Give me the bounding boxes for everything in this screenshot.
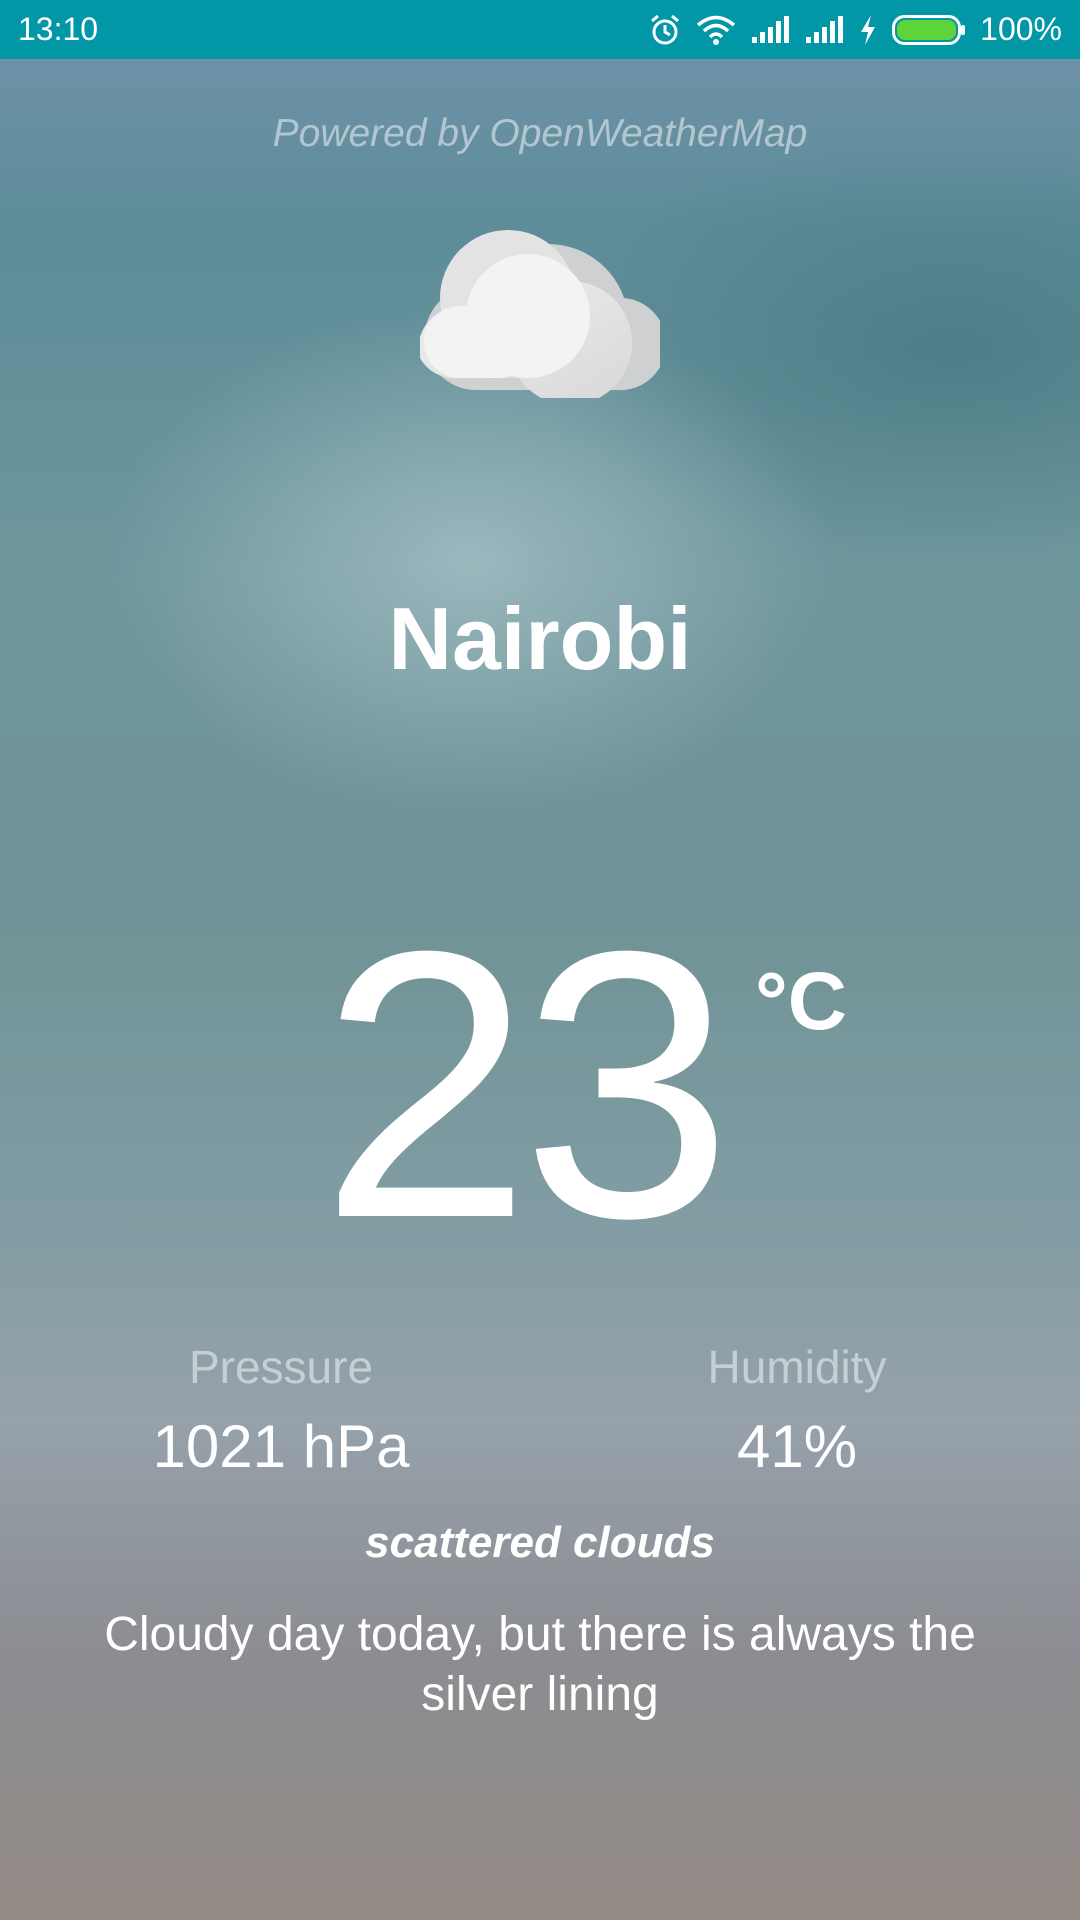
pressure-stat: Pressure 1021 hPa — [101, 1340, 461, 1481]
charging-icon — [858, 14, 878, 46]
battery-icon — [892, 14, 966, 45]
signal-icon — [750, 15, 790, 45]
powered-by-credit: Powered by OpenWeatherMap — [272, 112, 808, 155]
pressure-label: Pressure — [188, 1341, 374, 1393]
humidity-stat: Humidity 41% — [617, 1340, 977, 1481]
cloud-icon — [418, 228, 667, 405]
temperature-block: 23 °C — [0, 895, 1080, 1275]
status-bar: 13:10 100% — [0, 0, 1080, 59]
temperature-unit: °C — [755, 956, 848, 1047]
status-icons: 100% — [648, 11, 1062, 48]
battery-percent: 100% — [980, 11, 1062, 47]
humidity-label: Humidity — [707, 1341, 887, 1393]
temperature-value: 23 — [320, 872, 733, 1297]
weather-description: scattered clouds — [365, 1518, 715, 1567]
pressure-value: 1021 hPa — [152, 1413, 410, 1480]
wifi-icon — [696, 14, 736, 46]
signal-icon — [804, 15, 844, 45]
humidity-value: 41% — [736, 1413, 858, 1480]
status-time: 13:10 — [18, 11, 99, 47]
weather-message: Cloudy day today, but there is always th… — [104, 1608, 976, 1721]
city-name: Nairobi — [388, 589, 692, 688]
alarm-icon — [648, 13, 682, 47]
